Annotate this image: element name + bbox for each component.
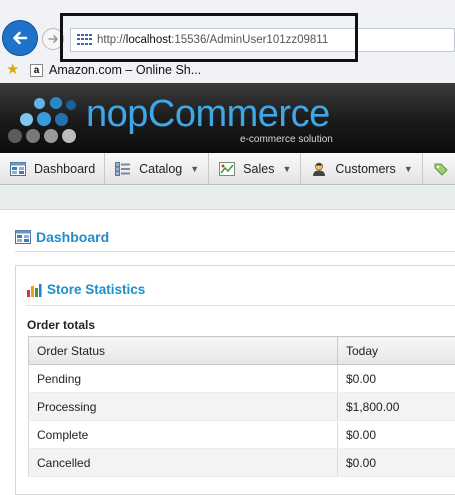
address-highlight-box [60, 13, 358, 62]
menu-label-dashboard: Dashboard [34, 162, 95, 176]
store-statistics-title: Store Statistics [26, 282, 145, 297]
chevron-down-icon: ▼ [282, 164, 291, 174]
table-cell-status: Pending [29, 365, 338, 393]
catalog-icon [115, 162, 131, 176]
table-cell-today: $0.00 [338, 449, 455, 477]
nopcommerce-logo-icon[interactable] [6, 96, 82, 146]
brand-name: nopCommerce [86, 94, 330, 134]
table-cell-today: $1,800.00 [338, 393, 455, 421]
menu-item-customers[interactable]: Customers ▼ [301, 153, 422, 184]
forward-arrow-icon [47, 33, 59, 45]
menu-subbar [0, 185, 455, 210]
menu-label-sales: Sales [243, 162, 274, 176]
table-row: Complete $0.00 [29, 421, 455, 449]
table-cell-today: $0.00 [338, 365, 455, 393]
admin-menu: Dashboard Catalog ▼ Sales ▼ Customers ▼ … [0, 153, 455, 185]
column-header-order-status[interactable]: Order Status [29, 337, 338, 365]
favorites-star-icon[interactable]: ★ [6, 62, 22, 78]
divider [15, 251, 455, 252]
table-row: Pending $0.00 [29, 365, 455, 393]
favorite-link-amazon[interactable]: Amazon.com – Online Sh... [49, 63, 201, 77]
store-statistics-label: Store Statistics [47, 282, 145, 297]
sales-icon [219, 162, 235, 176]
page-title: Dashboard [15, 229, 109, 245]
amazon-favicon-icon: a [30, 64, 43, 77]
favorites-bar: ★ a Amazon.com – Online Sh... [0, 59, 455, 81]
browser-chrome: http://localhost:15536/AdminUser101zz098… [0, 0, 455, 83]
table-header-row: Order Status Today [29, 337, 455, 365]
menu-item-catalog[interactable]: Catalog ▼ [105, 153, 209, 184]
back-button[interactable] [2, 20, 38, 56]
promotions-icon [433, 162, 449, 176]
menu-label-customers: Customers [335, 162, 395, 176]
table-row: Processing $1,800.00 [29, 393, 455, 421]
order-totals-heading: Order totals [27, 318, 95, 332]
bar-chart-icon [26, 283, 42, 297]
dashboard-icon [15, 230, 31, 244]
back-arrow-icon [10, 28, 30, 48]
menu-item-sales[interactable]: Sales ▼ [209, 153, 301, 184]
table-cell-status: Processing [29, 393, 338, 421]
page-title-text: Dashboard [36, 229, 109, 245]
divider [26, 305, 455, 306]
order-totals-table: Order Status Today Pending $0.00 Process… [28, 336, 455, 477]
column-header-today[interactable]: Today [338, 337, 455, 365]
table-row: Cancelled $0.00 [29, 449, 455, 477]
menu-item-promotions[interactable]: Pr [423, 153, 455, 184]
chevron-down-icon: ▼ [404, 164, 413, 174]
chevron-down-icon: ▼ [190, 164, 199, 174]
dashboard-icon [10, 162, 26, 176]
brand-tagline: e-commerce solution [240, 134, 333, 145]
table-cell-status: Cancelled [29, 449, 338, 477]
customers-icon [311, 162, 327, 176]
site-header: nopCommerce e-commerce solution [0, 83, 455, 153]
table-cell-today: $0.00 [338, 421, 455, 449]
table-cell-status: Complete [29, 421, 338, 449]
menu-item-dashboard[interactable]: Dashboard [0, 153, 105, 184]
menu-label-catalog: Catalog [139, 162, 182, 176]
